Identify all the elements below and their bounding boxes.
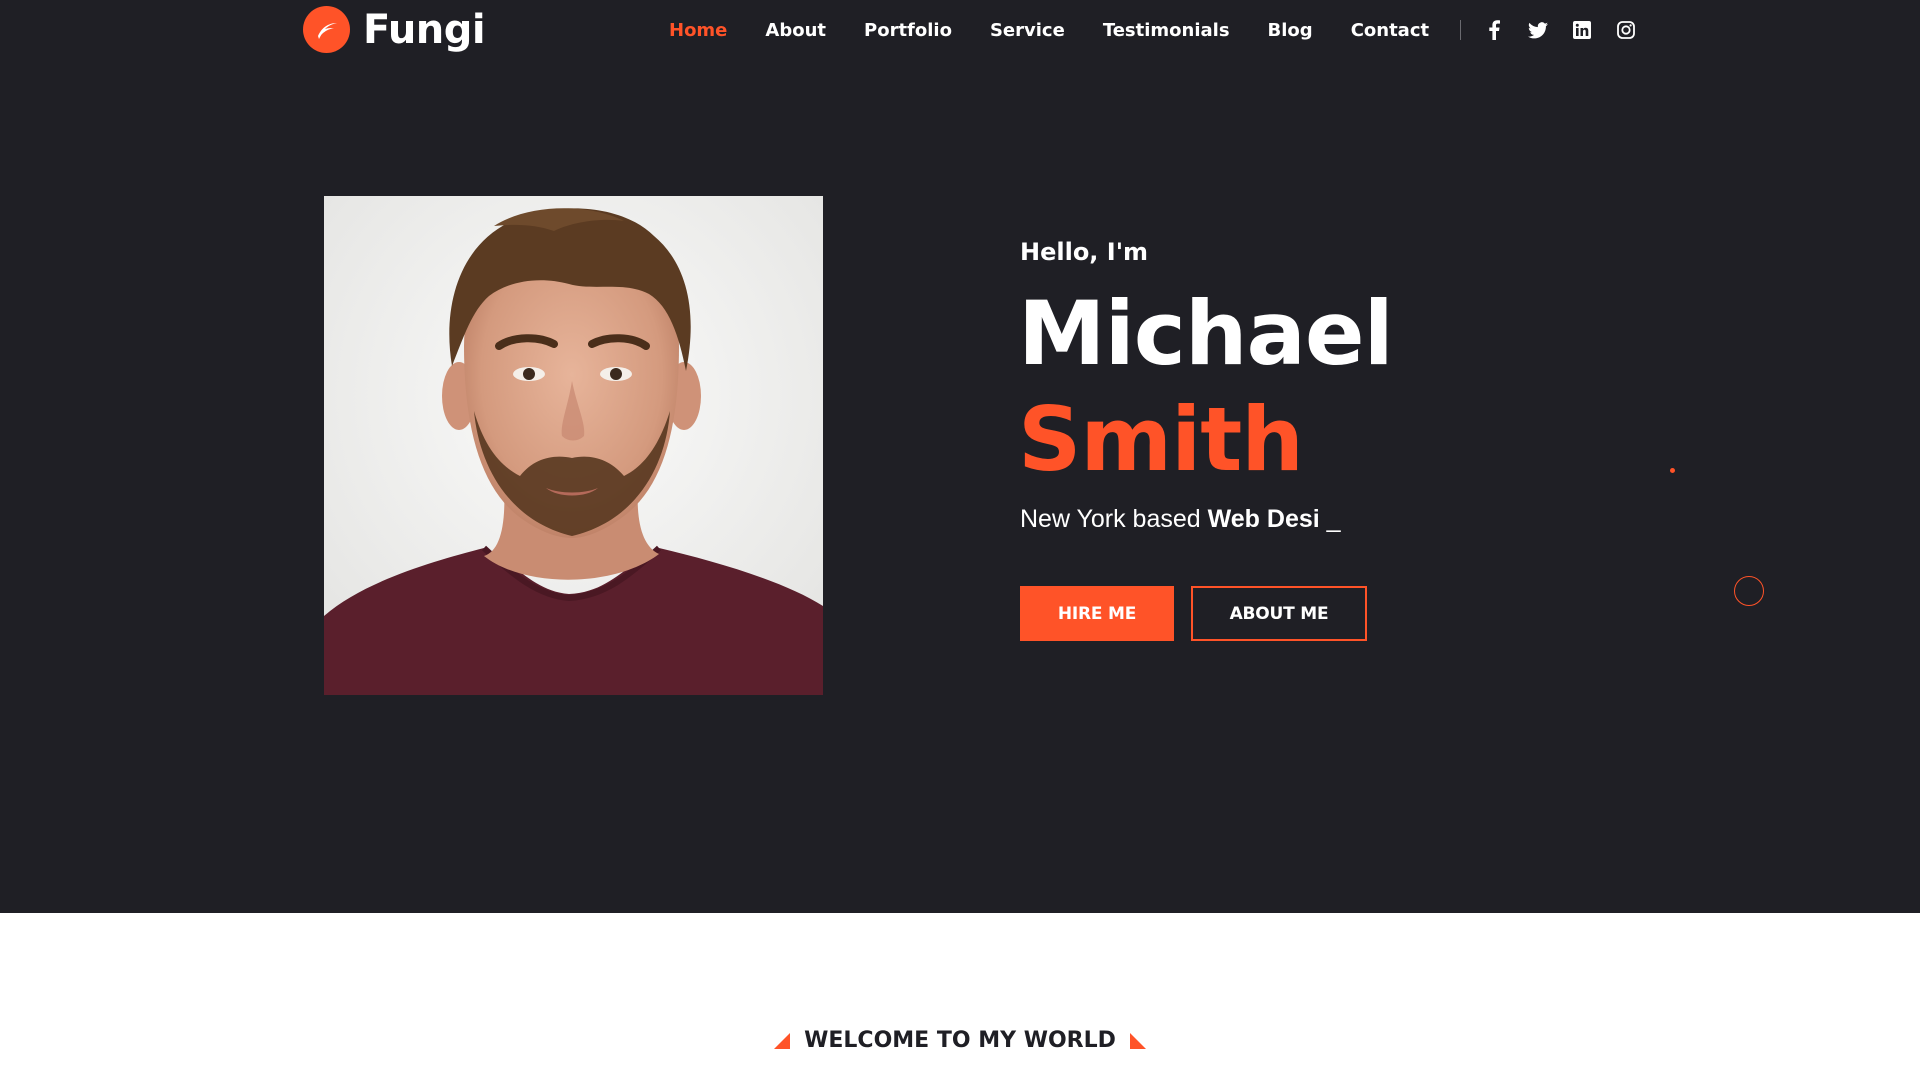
nav-divider (1460, 20, 1462, 40)
main-nav: Home About Portfolio Service Testimonial… (669, 16, 1659, 44)
welcome-title: WELCOME TO MY WORLD (804, 1028, 1116, 1053)
hire-me-button[interactable]: HIRE ME (1020, 586, 1174, 641)
nav-item-home[interactable]: Home (669, 20, 727, 41)
social-links (1483, 19, 1659, 41)
welcome-heading: WELCOME TO MY WORLD (0, 1028, 1920, 1053)
hero-greeting: Hello, I'm (1020, 238, 1149, 266)
typing-cursor: _ (1319, 505, 1341, 533)
facebook-icon[interactable] (1483, 19, 1505, 41)
linkedin-icon[interactable] (1571, 19, 1593, 41)
decorative-dot (1670, 468, 1675, 473)
decorative-ring (1734, 576, 1764, 606)
twitter-icon[interactable] (1527, 19, 1549, 41)
right-triangle-icon (1129, 1032, 1146, 1049)
portrait-photo (324, 196, 823, 695)
hero-last-name: Smith (1018, 388, 1304, 491)
feather-swoosh-icon (303, 6, 350, 53)
nav-item-blog[interactable]: Blog (1268, 20, 1313, 41)
nav-item-about[interactable]: About (765, 20, 826, 41)
about-me-button[interactable]: ABOUT ME (1191, 586, 1367, 641)
nav-item-testimonials[interactable]: Testimonials (1103, 20, 1230, 41)
nav-item-service[interactable]: Service (990, 20, 1065, 41)
hero-tagline: New York based Web Desi _ (1020, 505, 1341, 534)
hero-section: Fungi Home About Portfolio Service Testi… (0, 0, 1920, 913)
tagline-role: Web Desi (1207, 505, 1320, 533)
site-logo[interactable]: Fungi (303, 6, 486, 53)
nav-item-portfolio[interactable]: Portfolio (864, 20, 952, 41)
hero-first-name: Michael (1018, 282, 1394, 385)
nav-item-contact[interactable]: Contact (1351, 20, 1429, 41)
tagline-prefix: New York based (1020, 505, 1208, 533)
instagram-icon[interactable] (1615, 19, 1637, 41)
brand-name: Fungi (363, 6, 486, 53)
left-triangle-icon (774, 1032, 791, 1049)
